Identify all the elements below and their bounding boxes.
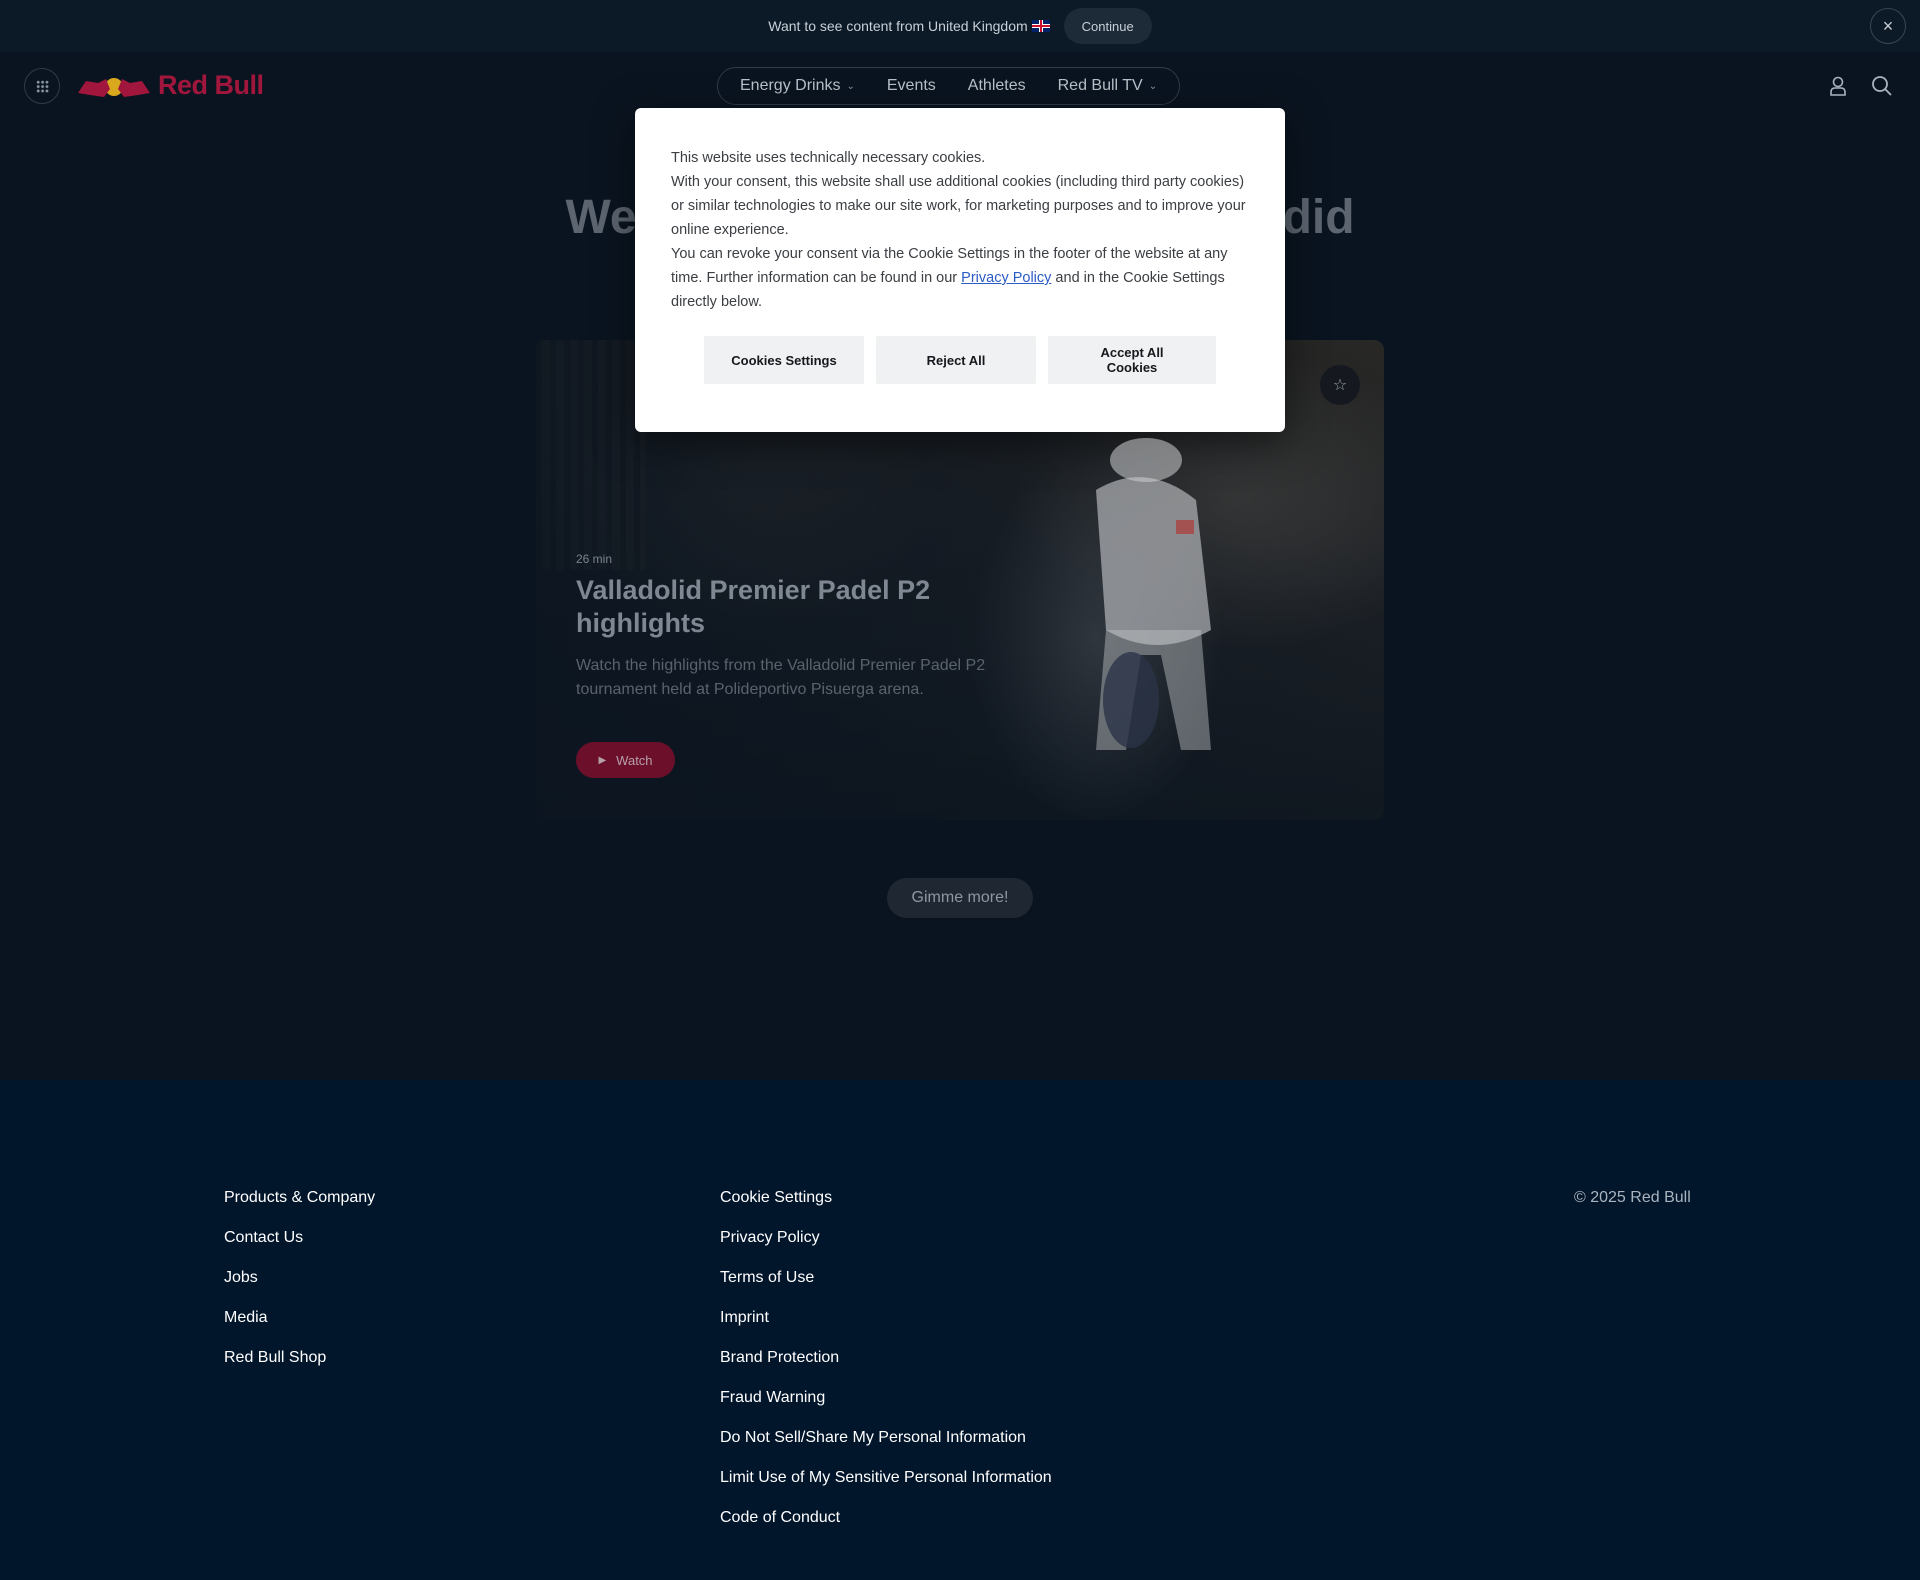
chevron-down-icon: ⌄ <box>1148 80 1158 92</box>
card-text: 26 min Valladolid Premier Padel P2 highl… <box>576 552 996 702</box>
cookie-line-1: This website uses technically necessary … <box>671 150 986 166</box>
apps-menu-button[interactable] <box>24 68 60 104</box>
red-bull-logo[interactable]: Red Bull <box>76 70 264 101</box>
bulls-logo-icon <box>78 77 150 97</box>
watch-button[interactable]: ▶ Watch <box>576 742 675 778</box>
reject-all-button[interactable]: Reject All <box>876 336 1036 384</box>
footer-link-brand-protection[interactable]: Brand Protection <box>720 1345 1052 1385</box>
copyright: © 2025 Red Bull <box>1574 1189 1691 1206</box>
favorite-star-icon[interactable]: ☆ <box>1320 365 1360 405</box>
nav-label: Red Bull TV <box>1057 77 1143 94</box>
footer-link-code-of-conduct[interactable]: Code of Conduct <box>720 1505 1052 1545</box>
cookie-actions: Cookies Settings Reject All Accept All C… <box>635 336 1285 384</box>
accept-all-cookies-button[interactable]: Accept All Cookies <box>1048 336 1216 384</box>
uk-flag-icon <box>1031 20 1050 32</box>
padel-player-image <box>1096 438 1211 750</box>
site-footer: Products & Company Contact Us Jobs Media… <box>0 1080 1920 1580</box>
video-duration: 26 min <box>576 552 613 566</box>
footer-link-cookie-settings[interactable]: Cookie Settings <box>720 1185 1052 1225</box>
footer-link-terms-of-use[interactable]: Terms of Use <box>720 1265 1052 1305</box>
geo-message: Want to see content from United Kingdom <box>768 18 1050 34</box>
footer-link-media[interactable]: Media <box>224 1305 375 1345</box>
cookie-consent-dialog: This website uses technically necessary … <box>635 108 1285 432</box>
footer-link-limit-use[interactable]: Limit Use of My Sensitive Personal Infor… <box>720 1465 1052 1505</box>
watch-label: Watch <box>616 752 653 768</box>
footer-link-do-not-sell[interactable]: Do Not Sell/Share My Personal Informatio… <box>720 1425 1052 1465</box>
page-title-right: did <box>1282 191 1355 244</box>
nav-events[interactable]: Events <box>887 77 936 95</box>
continue-button[interactable]: Continue <box>1063 8 1152 44</box>
user-icon[interactable] <box>1826 74 1850 98</box>
footer-link-fraud-warning[interactable]: Fraud Warning <box>720 1385 1052 1425</box>
footer-link-imprint[interactable]: Imprint <box>720 1305 1052 1345</box>
main-nav: Energy Drinks ⌄ Events Athletes Red Bull… <box>717 67 1181 105</box>
privacy-policy-link[interactable]: Privacy Policy <box>961 270 1051 286</box>
play-icon: ▶ <box>598 754 607 766</box>
nav-label: Events <box>886 77 936 94</box>
video-description: Watch the highlights from the Valladolid… <box>576 657 986 698</box>
search-icon[interactable] <box>1870 74 1894 98</box>
chevron-down-icon: ⌄ <box>846 80 855 92</box>
footer-link-red-bull-shop[interactable]: Red Bull Shop <box>224 1345 375 1385</box>
footer-link-jobs[interactable]: Jobs <box>224 1265 375 1305</box>
geo-message-text: Want to see content from United Kingdom <box>768 18 1028 34</box>
logo-wordmark: Red Bull <box>158 70 264 100</box>
nav-label: Athletes <box>967 77 1026 94</box>
gimme-more-button[interactable]: Gimme more! <box>887 878 1033 918</box>
cookie-line-3: You can revoke your consent via the Cook… <box>671 242 1249 314</box>
footer-link-privacy-policy[interactable]: Privacy Policy <box>720 1225 1052 1265</box>
page-title-left: We <box>565 191 637 244</box>
footer-legal-links: Cookie Settings Privacy Policy Terms of … <box>720 1185 1052 1545</box>
grid-icon <box>35 79 49 93</box>
nav-red-bull-tv[interactable]: Red Bull TV ⌄ <box>1058 77 1157 95</box>
close-icon[interactable]: × <box>1870 8 1906 44</box>
footer-company-links: Products & Company Contact Us Jobs Media… <box>224 1185 375 1385</box>
video-title[interactable]: Valladolid Premier Padel P2 highlights <box>576 574 996 640</box>
cookies-settings-button[interactable]: Cookies Settings <box>704 336 864 384</box>
footer-link-products-company[interactable]: Products & Company <box>224 1185 375 1225</box>
nav-label: Energy Drinks <box>740 77 841 94</box>
cookie-line-2: With your consent, this website shall us… <box>671 174 1246 238</box>
nav-athletes[interactable]: Athletes <box>968 77 1026 95</box>
nav-energy-drinks[interactable]: Energy Drinks ⌄ <box>740 77 855 95</box>
footer-link-contact-us[interactable]: Contact Us <box>224 1225 375 1265</box>
cookie-text: This website uses technically necessary … <box>671 146 1249 314</box>
geo-banner: Want to see content from United Kingdom … <box>0 0 1920 52</box>
